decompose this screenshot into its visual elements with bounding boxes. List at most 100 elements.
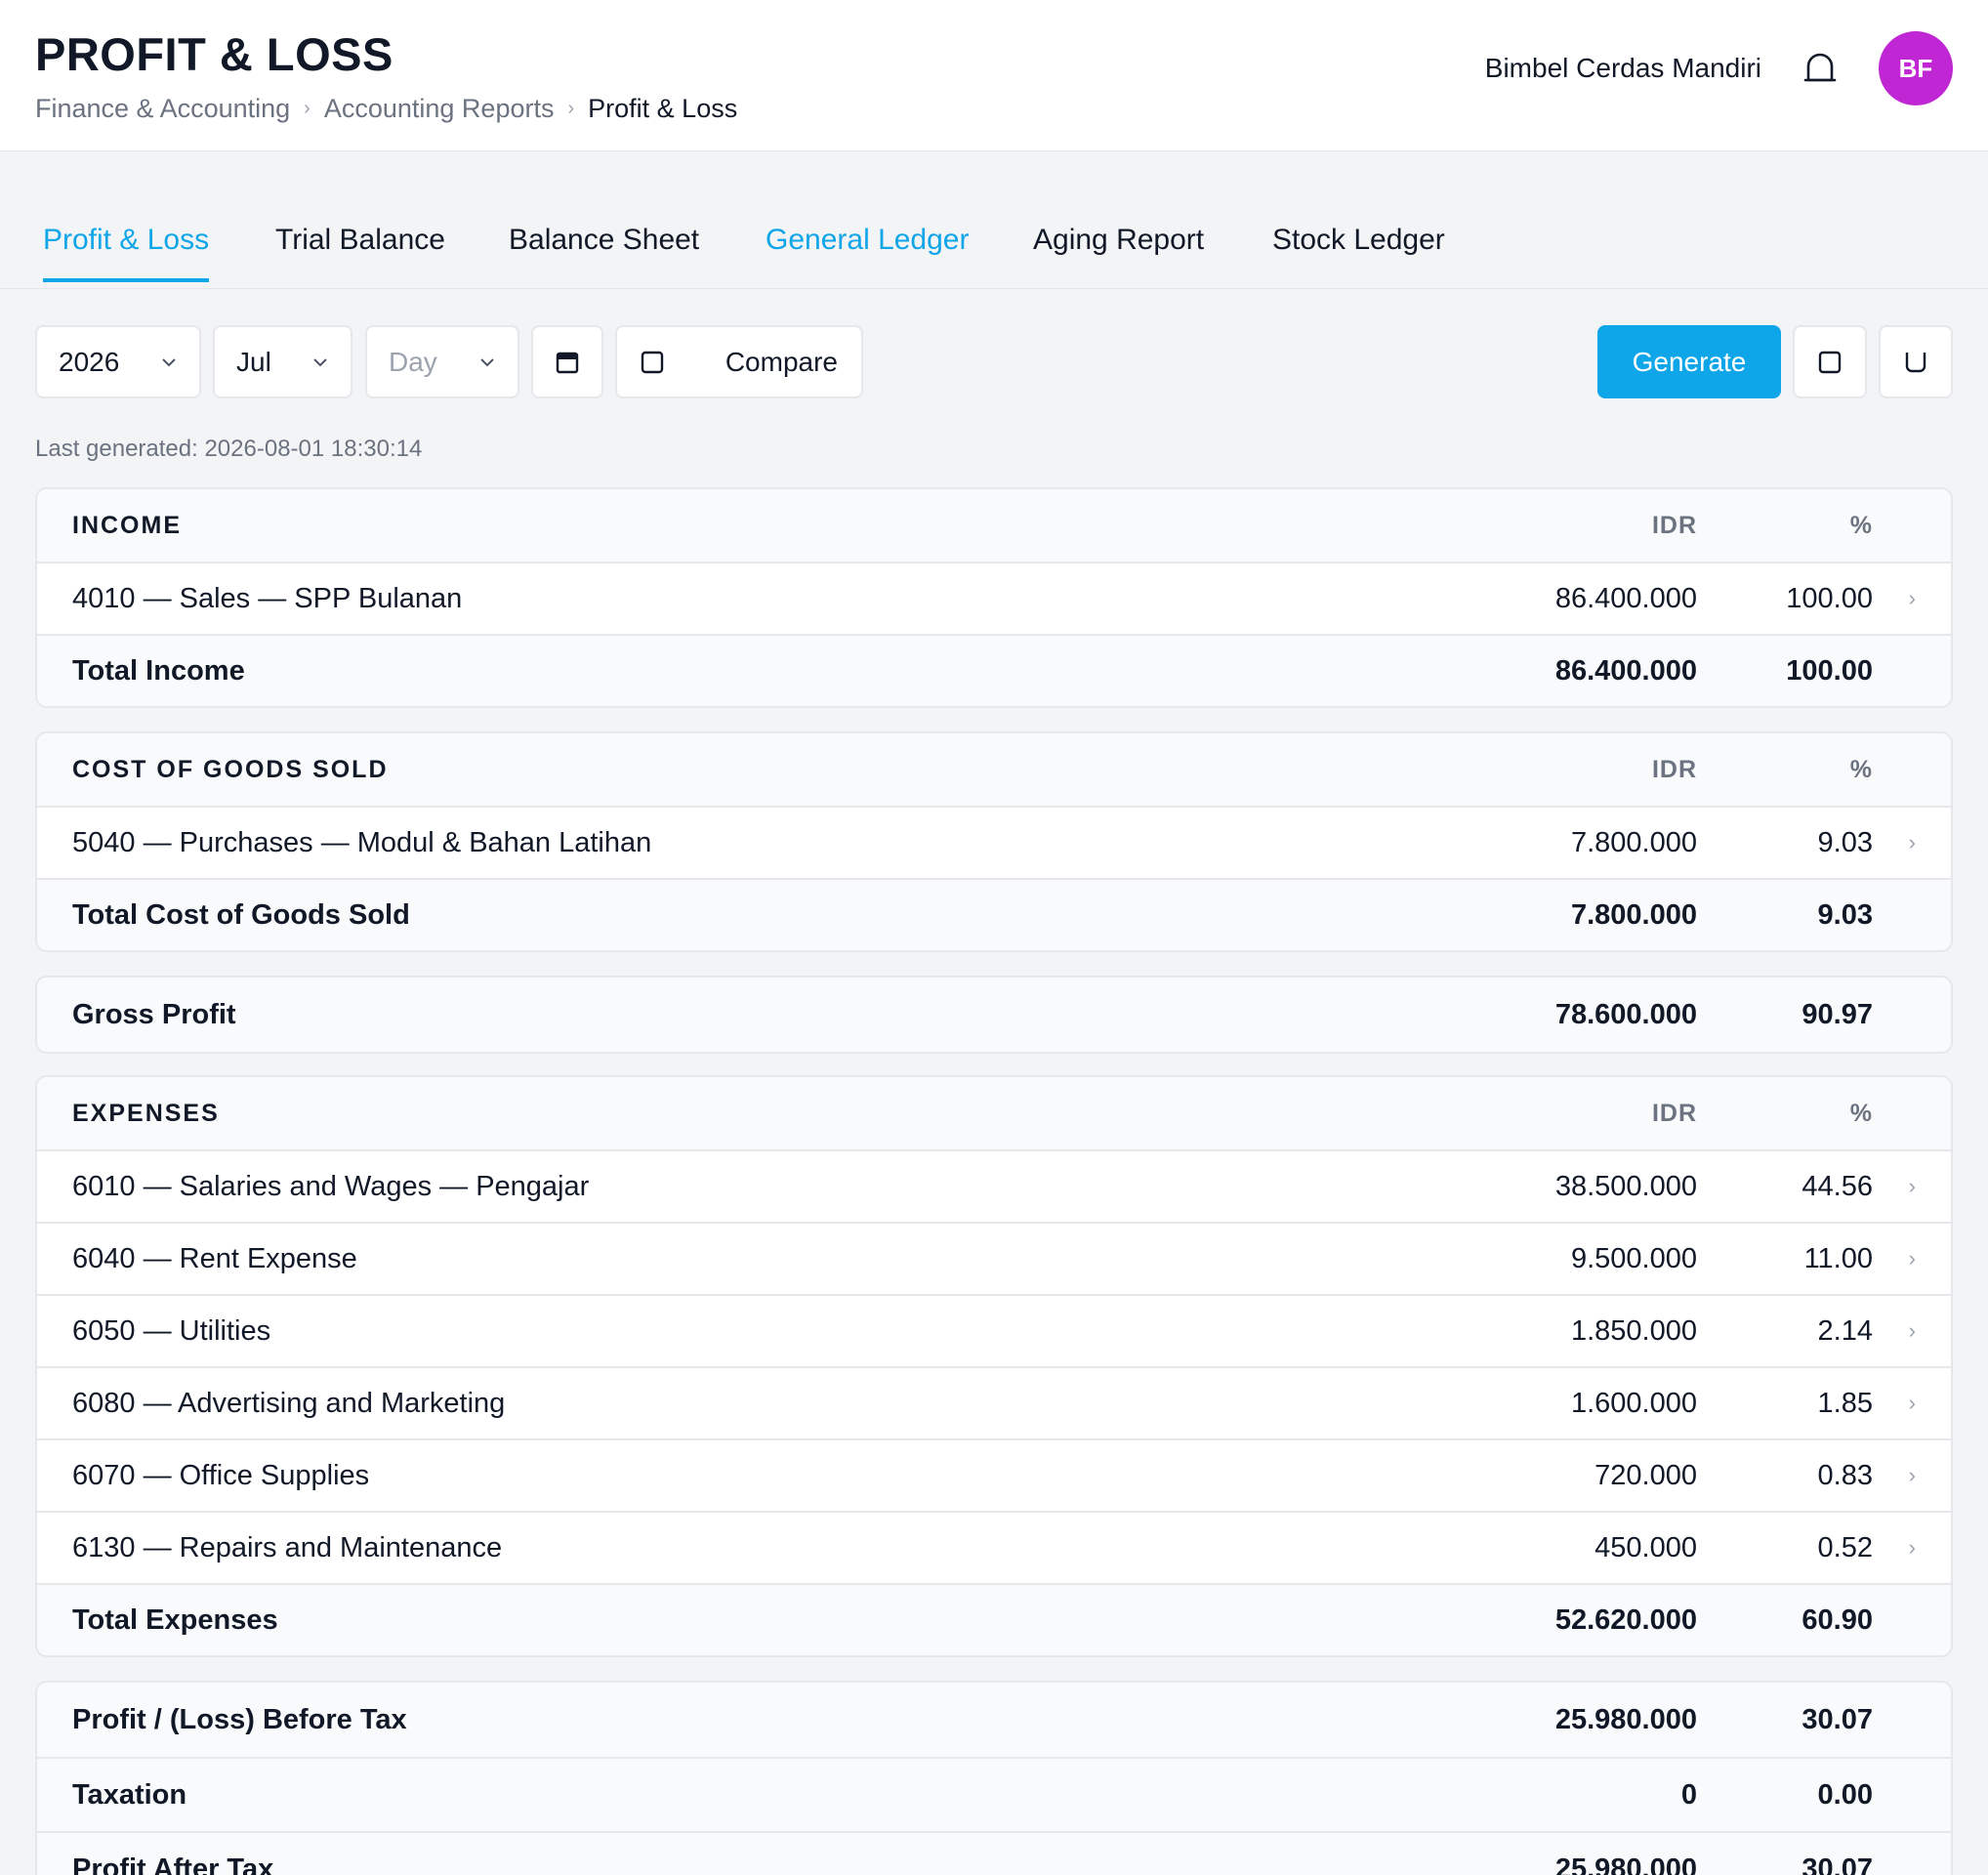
breadcrumb-item-finance[interactable]: Finance & Accounting [35,94,290,124]
chevron-right-icon: › [567,98,575,119]
tab-aging-report[interactable]: Aging Report [1033,224,1204,278]
account-percent: 0.83 [1817,1459,1873,1491]
chevron-right-icon[interactable]: › [1909,1246,1916,1271]
after-tax-label: Profit After Tax [72,1853,274,1875]
table-row[interactable]: 6050 — Utilities 1.850.000 2.14 › [37,1294,1951,1366]
chevron-right-icon[interactable]: › [1909,1318,1916,1344]
total-label: Total Expenses [72,1604,278,1636]
last-generated: Last generated: 2026-08-01 18:30:14 [35,436,423,462]
after-tax-amount: 25.980.000 [1554,1853,1697,1875]
account-label: 5040 — Purchases — Modul & Bahan Latihan [72,826,652,858]
account-label: 6070 — Office Supplies [72,1459,370,1491]
gross-profit-row: Gross Profit 78.600.000 90.97 [37,978,1951,1052]
square-icon [1818,351,1842,373]
gross-profit-label: Gross Profit [72,998,236,1030]
year-select[interactable]: 2026 [35,325,201,398]
page-header: PROFIT & LOSS Finance & Accounting › Acc… [0,0,1988,151]
total-percent: 9.03 [1817,898,1873,931]
company-name[interactable]: Bimbel Cerdas Mandiri [1485,53,1761,84]
tab-general-ledger[interactable]: General Ledger [766,224,969,278]
bell-icon[interactable] [1802,51,1838,86]
table-row[interactable]: 6130 — Repairs and Maintenance 450.000 0… [37,1511,1951,1583]
cup-icon [1905,352,1926,372]
total-row: Total Expenses 52.620.000 60.90 [37,1583,1951,1655]
month-select[interactable]: Jul [213,325,352,398]
compare-toggle[interactable]: Compare [615,325,863,398]
account-amount: 450.000 [1595,1531,1697,1563]
column-percent-header: % [1849,1099,1873,1127]
taxation-row: Taxation 0 0.00 [37,1757,1951,1831]
table-row[interactable]: 6010 — Salaries and Wages — Pengajar 38.… [37,1149,1951,1222]
page-title: PROFIT & LOSS [35,28,393,80]
generate-button[interactable]: Generate [1597,325,1781,398]
section-title: COST OF GOODS SOLD [72,755,389,783]
tab-profit-loss[interactable]: Profit & Loss [43,224,210,282]
section-title: EXPENSES [72,1099,220,1127]
cogs-section: COST OF GOODS SOLD IDR % 5040 — Purchase… [35,731,1953,952]
account-percent: 100.00 [1786,582,1873,614]
tab-trial-balance[interactable]: Trial Balance [275,224,445,278]
table-row[interactable]: 6080 — Advertising and Marketing 1.600.0… [37,1366,1951,1438]
breadcrumb-item-current: Profit & Loss [588,94,738,123]
print-button[interactable] [1879,325,1953,398]
account-label: 4010 — Sales — SPP Bulanan [72,582,463,614]
day-select[interactable]: Day [365,325,519,398]
taxation-amount: 0 [1680,1778,1697,1811]
checkbox-icon[interactable] [641,351,664,374]
account-amount: 720.000 [1595,1459,1697,1491]
total-label: Total Income [72,654,245,687]
breadcrumb-item-reports[interactable]: Accounting Reports [324,94,555,124]
chevron-right-icon[interactable]: › [1909,586,1916,611]
tab-balance-sheet[interactable]: Balance Sheet [509,224,699,278]
chevron-right-icon[interactable]: › [1909,1391,1916,1416]
account-amount: 86.400.000 [1554,582,1697,614]
gross-profit-amount: 78.600.000 [1554,998,1697,1030]
day-placeholder: Day [389,346,437,377]
table-row[interactable]: 6070 — Office Supplies 720.000 0.83 › [37,1438,1951,1511]
gross-profit-section: Gross Profit 78.600.000 90.97 [35,976,1953,1054]
chevron-right-icon[interactable]: › [1909,1174,1916,1199]
export-button[interactable] [1793,325,1867,398]
taxation-percent: 0.00 [1817,1778,1873,1811]
breadcrumb: Finance & Accounting › Accounting Report… [35,94,737,124]
calendar-button[interactable] [531,325,603,398]
month-value: Jul [236,346,271,377]
compare-label: Compare [725,346,838,377]
total-amount: 52.620.000 [1554,1604,1697,1636]
table-row[interactable]: 6040 — Rent Expense 9.500.000 11.00 › [37,1222,1951,1294]
total-row: Total Cost of Goods Sold 7.800.000 9.03 [37,878,1951,950]
column-percent-header: % [1849,511,1873,539]
account-percent: 44.56 [1802,1170,1873,1202]
column-amount-header: IDR [1651,1099,1697,1127]
account-label: 6130 — Repairs and Maintenance [72,1531,503,1563]
gross-profit-percent: 90.97 [1802,998,1873,1030]
chevron-down-icon [313,357,327,366]
account-percent: 1.85 [1817,1387,1873,1419]
table-row[interactable]: 4010 — Sales — SPP Bulanan 86.400.000 10… [37,562,1951,634]
before-tax-percent: 30.07 [1802,1703,1873,1735]
section-header: COST OF GOODS SOLD IDR % [37,733,1951,806]
chevron-down-icon [480,357,494,366]
after-tax-row: Profit After Tax 25.980.000 30.07 [37,1831,1951,1875]
column-amount-header: IDR [1651,755,1697,783]
total-row: Total Income 86.400.000 100.00 [37,634,1951,706]
income-section: INCOME IDR % 4010 — Sales — SPP Bulanan … [35,487,1953,708]
table-row[interactable]: 5040 — Purchases — Modul & Bahan Latihan… [37,806,1951,878]
total-percent: 60.90 [1802,1604,1873,1636]
chevron-right-icon: › [304,98,311,119]
avatar[interactable]: BF [1879,31,1953,105]
before-tax-row: Profit / (Loss) Before Tax 25.980.000 30… [37,1683,1951,1757]
taxation-label: Taxation [72,1778,187,1811]
account-percent: 9.03 [1817,826,1873,858]
account-amount: 9.500.000 [1570,1242,1697,1274]
tab-stock-ledger[interactable]: Stock Ledger [1272,224,1445,278]
account-label: 6010 — Salaries and Wages — Pengajar [72,1170,590,1202]
chevron-right-icon[interactable]: › [1909,830,1916,855]
chevron-right-icon[interactable]: › [1909,1463,1916,1488]
total-percent: 100.00 [1786,654,1873,687]
after-tax-percent: 30.07 [1802,1853,1873,1875]
account-amount: 38.500.000 [1554,1170,1697,1202]
total-label: Total Cost of Goods Sold [72,898,410,931]
section-header: INCOME IDR % [37,489,1951,562]
chevron-right-icon[interactable]: › [1909,1535,1916,1561]
